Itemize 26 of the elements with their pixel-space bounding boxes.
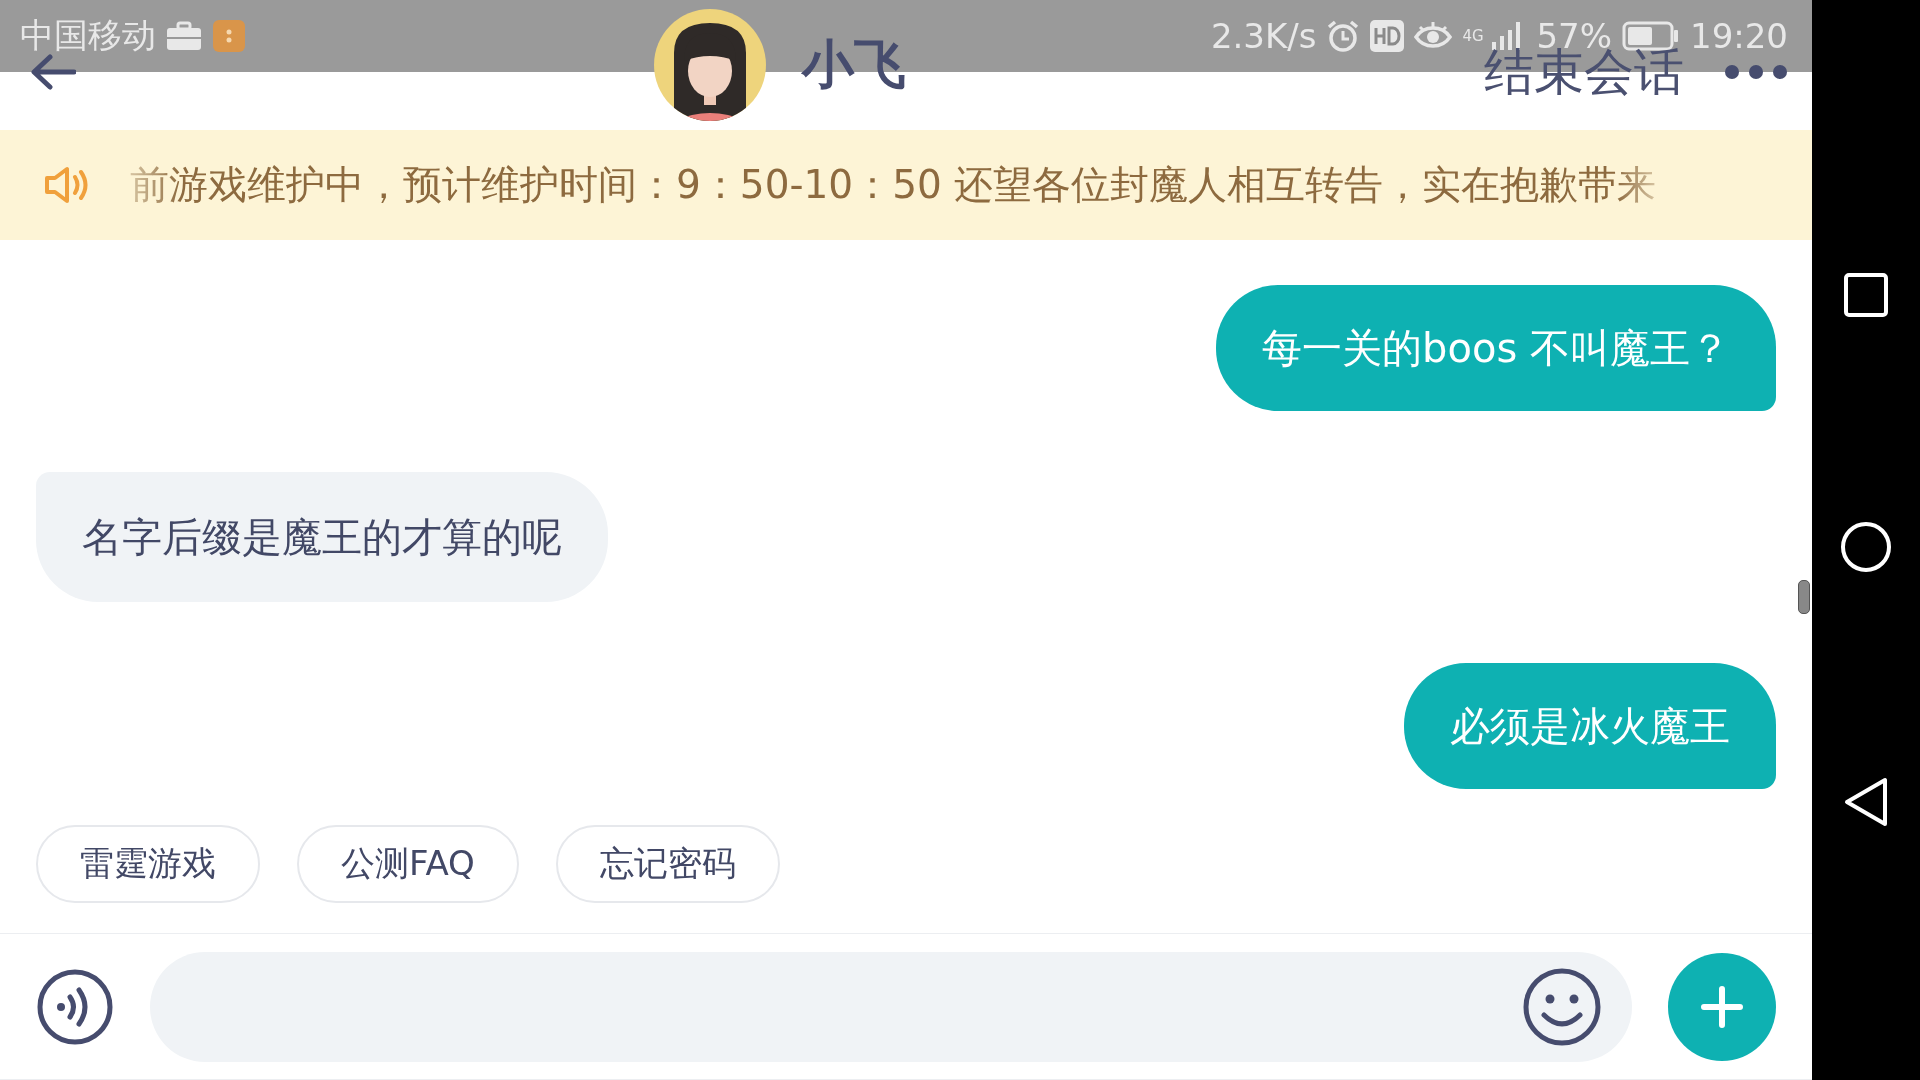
network-speed: 2.3K/s bbox=[1210, 16, 1317, 56]
quick-reply-chip[interactable]: 忘记密码 bbox=[555, 825, 780, 903]
back-icon[interactable] bbox=[1843, 776, 1889, 829]
hd-icon bbox=[1370, 20, 1405, 52]
scroll-indicator bbox=[1798, 580, 1810, 614]
home-icon[interactable] bbox=[1840, 521, 1892, 573]
notice-text: 前游戏维护中，预计维护时间：9：50-10：50 还望各位封魔人相互转告，实在抱歉带来 bbox=[130, 161, 1657, 209]
eye-icon bbox=[1414, 21, 1453, 51]
plus-icon bbox=[1700, 984, 1744, 1029]
sent-message: 必须是冰火魔王 bbox=[1404, 663, 1776, 789]
alarm-icon bbox=[1326, 19, 1361, 53]
recent-apps-icon[interactable] bbox=[1843, 271, 1889, 318]
received-message: 名字后缀是魔王的才算的呢 bbox=[36, 472, 608, 602]
carrier-name: 中国移动 bbox=[20, 14, 156, 57]
network-type: 4G bbox=[1462, 28, 1481, 44]
voice-icon[interactable] bbox=[36, 967, 114, 1046]
more-icon[interactable] bbox=[1724, 64, 1788, 80]
quick-reply-chip[interactable]: 雷霆游戏 bbox=[36, 825, 260, 903]
clock-time: 19:20 bbox=[1690, 16, 1788, 56]
emoji-icon[interactable] bbox=[1522, 966, 1602, 1047]
back-arrow-icon[interactable] bbox=[30, 54, 76, 90]
sent-message: 每一关的boos 不叫魔王？ bbox=[1216, 285, 1776, 411]
box-icon bbox=[212, 19, 246, 53]
speaker-icon bbox=[44, 166, 88, 204]
quick-reply-chip[interactable]: 公测FAQ bbox=[297, 825, 519, 903]
briefcase-icon bbox=[166, 21, 202, 51]
